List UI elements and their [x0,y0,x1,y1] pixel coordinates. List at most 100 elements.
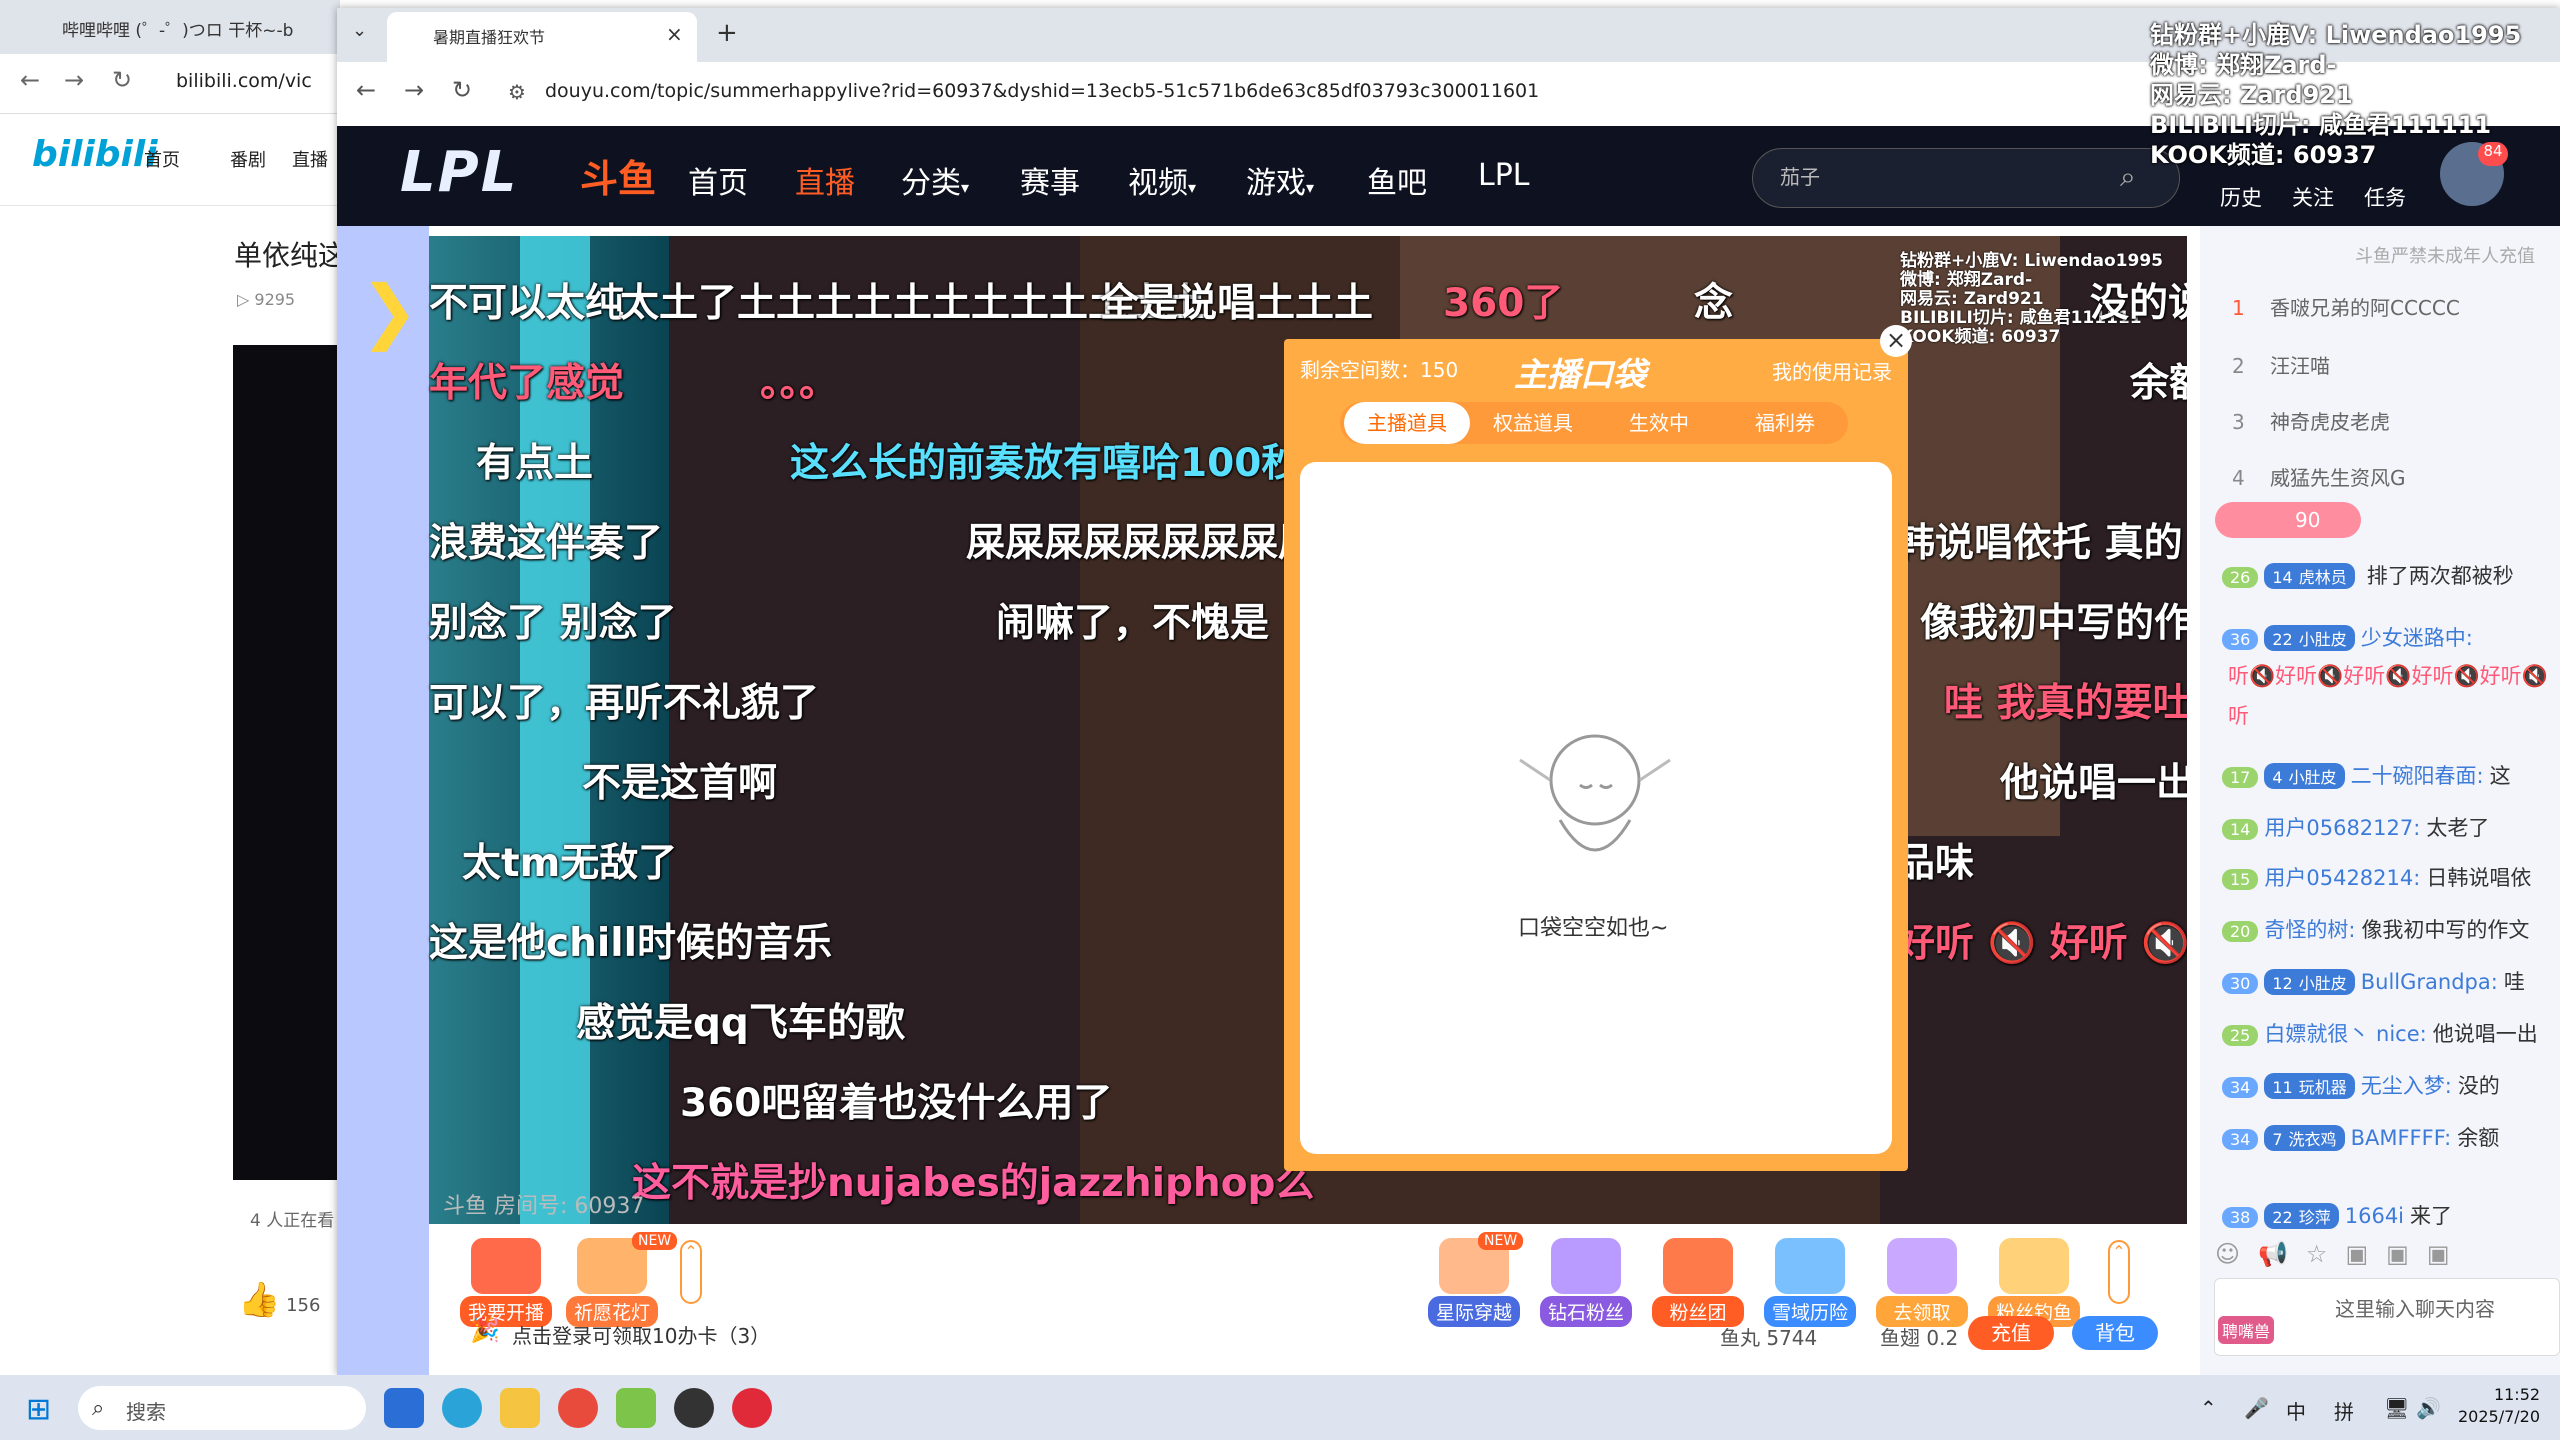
nav-lpl[interactable]: LPL [1478,158,1530,193]
chat-username[interactable]: 二十碗阳春面: [2351,764,2484,788]
new-tab-icon[interactable]: + [716,18,738,48]
tab-close-icon[interactable]: × [666,22,683,46]
chat-message[interactable]: 30 12 小肚皮 BullGrandpa: 哇 [2222,966,2525,996]
rank-item[interactable]: 2 汪汪喵 [2232,350,2330,379]
like-button[interactable]: 👍 156 [238,1280,320,1320]
chat-message[interactable]: 听🔇好听🔇好听🔇好听🔇好听🔇 [2222,660,2548,690]
chat-message[interactable]: 34 7 洗衣鸡 BAMFFFF: 余额 [2222,1122,2499,1152]
chat-message[interactable]: 听 [2222,700,2249,730]
volume-icon[interactable]: 🔊 [2416,1396,2441,1420]
chat-message[interactable]: 38 22 珍萍 1664i 来了 [2222,1200,2452,1230]
fan-icon[interactable]: ▣ [2345,1240,2386,1268]
nav-category[interactable]: 分类▾ [901,158,969,202]
search-icon[interactable]: ⌕ [2120,160,2136,194]
close-icon[interactable]: × [1880,325,1912,357]
fan-count-badge[interactable]: 90 [2215,502,2361,538]
chat-message[interactable]: 20 奇怪的树: 像我初中写的作文 [2222,914,2529,944]
manage-icon[interactable]: ▣ [2386,1240,2427,1268]
bili-nav-live[interactable]: 直播 [292,146,328,172]
douyu-logo[interactable]: 斗鱼 [580,148,656,203]
chevron-up-icon[interactable]: ⌃ [2200,1396,2217,1420]
recharge-button[interactable]: 充值 [1968,1316,2054,1350]
netease-music-icon[interactable] [732,1388,772,1428]
mic-icon[interactable]: 🎤 [2244,1396,2269,1420]
nav-games[interactable]: 游戏▾ [1246,158,1314,202]
chat-input-badge[interactable]: 聘嘴兽 [2218,1316,2275,1344]
tab-active[interactable]: 生效中 [1596,402,1722,444]
emoji-icon[interactable]: ☺ [2215,1240,2258,1268]
bag-button[interactable]: 背包 [2072,1316,2158,1350]
nav-home[interactable]: 首页 [688,158,748,202]
task-link[interactable]: 任务 [2364,182,2406,212]
bilibili-logo[interactable]: bilibili [32,134,158,175]
reload-icon[interactable]: ↻ [452,76,472,104]
follow-link[interactable]: 关注 [2292,182,2334,212]
chat-message[interactable]: 34 11 玩机器 无尘入梦: 没的 [2222,1070,2500,1100]
back-icon[interactable]: ← [20,66,40,94]
gift-interstellar[interactable]: 星际穿越 [1428,1238,1520,1327]
gift-snow-adventure[interactable]: 雪域历险 [1764,1238,1856,1327]
clock[interactable]: 11:52 2025/7/20 [2458,1384,2540,1428]
gift-claim[interactable]: 去领取 [1876,1238,1968,1327]
tab-search-icon[interactable]: ⌄ [352,20,367,41]
background-tab[interactable]: 哔哩哔哩 (゜-゜)つロ 干杯~-b [46,6,336,54]
background-url[interactable]: bilibili.com/vic [176,70,312,92]
active-tab[interactable]: 暑期直播狂欢节 [387,12,697,62]
bili-nav-home[interactable]: 首页 [144,146,180,172]
gift-expand-button[interactable]: ⌃ [680,1240,702,1304]
chat-message[interactable]: 17 4 小肚皮 二十碗阳春面: 这 [2222,760,2511,790]
network-icon[interactable]: 🖥 [2384,1396,2409,1420]
chat-message[interactable]: 25 白嫖就很丶 nice: 他说唱一出 [2222,1018,2538,1048]
chat-username[interactable]: 白嫖就很丶 nice: [2264,1022,2426,1046]
rank-item[interactable]: 1 香啵兄弟的阿CCCCC [2232,292,2460,321]
ime-language[interactable]: 中 [2286,1396,2306,1425]
chat-username[interactable]: BullGrandpa: [2361,970,2498,994]
url-field[interactable]: douyu.com/topic/summerhappylive?rid=6093… [545,80,1539,102]
nav-yuba[interactable]: 鱼吧 [1367,158,1427,202]
tab-coupons[interactable]: 福利券 [1722,402,1848,444]
windows-start-icon[interactable]: ⊞ [26,1392,51,1427]
chat-message[interactable]: 26 14 虎林员 排了两次都被秒 [2222,560,2514,590]
rank-item[interactable]: 4 威猛先生资风G [2232,462,2406,491]
taskbar-search[interactable]: 搜索 [78,1386,366,1430]
bili-nav-bangumi[interactable]: 番剧 [230,146,266,172]
lpl-logo[interactable]: LPL [400,140,518,205]
tab-benefit-items[interactable]: 权益道具 [1470,402,1596,444]
gift-fan-club[interactable]: 粉丝团 [1652,1238,1744,1327]
gift-diamond-fan[interactable]: 钻石粉丝 [1540,1238,1632,1327]
folder-icon[interactable] [500,1388,540,1428]
broadcast-icon[interactable]: 📢 [2258,1240,2306,1268]
nav-events[interactable]: 赛事 [1020,158,1080,202]
gift-start-stream[interactable]: 我要开播 [460,1238,552,1327]
chat-message[interactable]: 15 用户05428214: 日韩说唱依 [2222,862,2531,892]
chat-username[interactable]: BAMFFFF: [2351,1126,2452,1150]
chat-username[interactable]: 用户05682127: [2264,816,2420,840]
video-player[interactable] [233,345,343,1180]
chat-username[interactable]: 奇怪的树: [2264,918,2355,942]
rank-item[interactable]: 3 神奇虎皮老虎 [2232,406,2390,435]
gift-fan-fishing[interactable]: 粉丝钓鱼 [1988,1238,2080,1327]
chat-message[interactable]: 14 用户05682127: 太老了 [2222,812,2489,842]
app-icon[interactable] [674,1388,714,1428]
ime-mode[interactable]: 拼 [2334,1396,2354,1425]
site-info-icon[interactable]: ⚙ [508,80,526,104]
forward-icon[interactable]: → [404,76,424,104]
reload-icon[interactable]: ↻ [112,66,132,94]
nav-video[interactable]: 视频▾ [1128,158,1196,202]
chrome-icon[interactable] [558,1388,598,1428]
chat-username[interactable]: 无尘入梦: [2361,1074,2452,1098]
task-view-icon[interactable] [384,1388,424,1428]
chat-username[interactable]: 少女迷路中: [2361,626,2473,650]
login-tip[interactable]: 点击登录可领取10办卡（3） [512,1320,770,1349]
usage-record-link[interactable]: 我的使用记录 [1772,356,1892,385]
gift-expand-button[interactable]: ⌃ [2108,1240,2130,1304]
tab-anchor-items[interactable]: 主播道具 [1344,402,1470,444]
back-icon[interactable]: ← [356,76,376,104]
search-input[interactable] [1780,164,2080,187]
nav-live[interactable]: 直播 [795,158,855,202]
edge-icon[interactable] [442,1388,482,1428]
chat-username[interactable]: 1664i [2345,1204,2404,1228]
forward-icon[interactable]: → [64,66,84,94]
gift-lantern[interactable]: 祈愿花灯 [566,1238,658,1327]
chat-username[interactable]: 用户05428214: [2264,866,2420,890]
